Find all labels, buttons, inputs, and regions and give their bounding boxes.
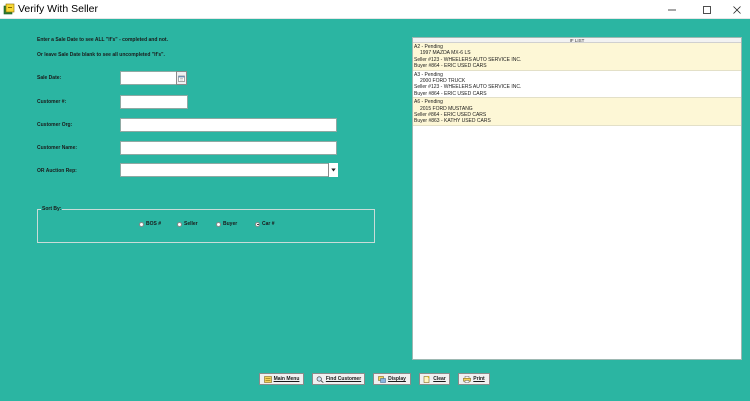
if-item-buyer: Buyer #864 - ERIC USED CARS — [414, 63, 487, 70]
auction-rep-label: OR Auction Rep: — [37, 168, 77, 174]
radio-circle-selected — [255, 221, 260, 227]
maximize-button[interactable] — [692, 0, 722, 19]
display-icon — [378, 375, 386, 383]
display-label: Display — [388, 376, 406, 382]
customer-name-field[interactable] — [120, 141, 337, 155]
maximize-icon — [703, 5, 711, 14]
sale-date-field[interactable] — [120, 71, 177, 85]
close-icon — [733, 5, 741, 14]
if-list[interactable]: IF LIST A2 - Pending 1997 MAZDA MX-6 LS … — [412, 37, 742, 360]
customer-name-label: Customer Name: — [37, 145, 78, 151]
sort-option-label: Buyer — [223, 221, 238, 227]
customer-number-field[interactable] — [120, 95, 188, 109]
title-bar: Verify With Seller — [0, 0, 750, 19]
sort-option-buyer[interactable]: Buyer — [216, 221, 237, 227]
customer-org-field[interactable] — [120, 118, 337, 132]
chevron-down-icon — [331, 168, 336, 172]
display-button[interactable]: Display — [373, 373, 411, 385]
clear-label: Clear — [433, 376, 446, 382]
minimize-button[interactable] — [657, 0, 687, 19]
if-list-item[interactable]: A2 - Pending 1997 MAZDA MX-6 LS Seller #… — [413, 43, 741, 71]
find-customer-button[interactable]: Find Customer — [312, 373, 365, 385]
customer-number-label: Customer #: — [37, 99, 67, 105]
minimize-icon — [668, 9, 676, 10]
instruction-line-1: Enter a Sale Date to see ALL "If's" - co… — [37, 37, 168, 43]
client-area: Enter a Sale Date to see ALL "If's" - co… — [0, 19, 750, 401]
sort-option-label: Car # — [262, 221, 275, 227]
radio-circle — [139, 221, 144, 227]
radio-circle — [177, 221, 182, 227]
auction-rep-dropdown-button[interactable] — [328, 163, 338, 177]
clear-button[interactable]: Clear — [419, 373, 450, 385]
auction-rep-select[interactable] — [120, 163, 338, 177]
sort-option-bos[interactable]: BOS # — [139, 221, 161, 227]
find-customer-label: Find Customer — [325, 376, 362, 382]
calendar-button[interactable] — [176, 71, 187, 85]
if-item-buyer: Buyer #864 - ERIC USED CARS — [414, 90, 487, 97]
main-menu-label: Main Menu — [273, 376, 300, 382]
window-title: Verify With Seller — [18, 3, 98, 15]
sort-option-label: BOS # — [146, 221, 162, 227]
instruction-line-2: Or leave Sale Date blank to see all unco… — [37, 52, 165, 58]
sort-by-legend: Sort By: — [41, 206, 63, 212]
search-icon — [316, 375, 324, 383]
radio-circle — [216, 221, 221, 227]
clear-icon — [423, 375, 430, 383]
if-item-buyer: Buyer #863 - KATHY USED CARS — [414, 118, 491, 125]
if-list-item[interactable]: A6 - Pending 2015 FORD MUSTANG Seller #8… — [413, 98, 741, 126]
sort-by-group: Sort By: BOS # Seller Buyer Car # — [37, 206, 375, 243]
customer-org-label: Customer Org: — [37, 122, 73, 128]
print-label: Print — [473, 376, 485, 382]
close-button[interactable] — [722, 0, 750, 19]
sort-option-label: Seller — [184, 221, 198, 227]
print-button[interactable]: Print — [458, 373, 490, 385]
sort-option-seller[interactable]: Seller — [177, 221, 198, 227]
app-icon — [3, 3, 15, 15]
sort-option-car[interactable]: Car # — [255, 221, 275, 227]
main-menu-icon — [263, 375, 272, 383]
if-list-item[interactable]: A3 - Pending 2000 FORD TRUCK Seller #123… — [413, 70, 741, 99]
main-menu-button[interactable]: Main Menu — [259, 373, 304, 385]
printer-icon — [463, 375, 472, 383]
calendar-icon — [178, 75, 185, 82]
sale-date-label: Sale Date: — [37, 75, 62, 81]
